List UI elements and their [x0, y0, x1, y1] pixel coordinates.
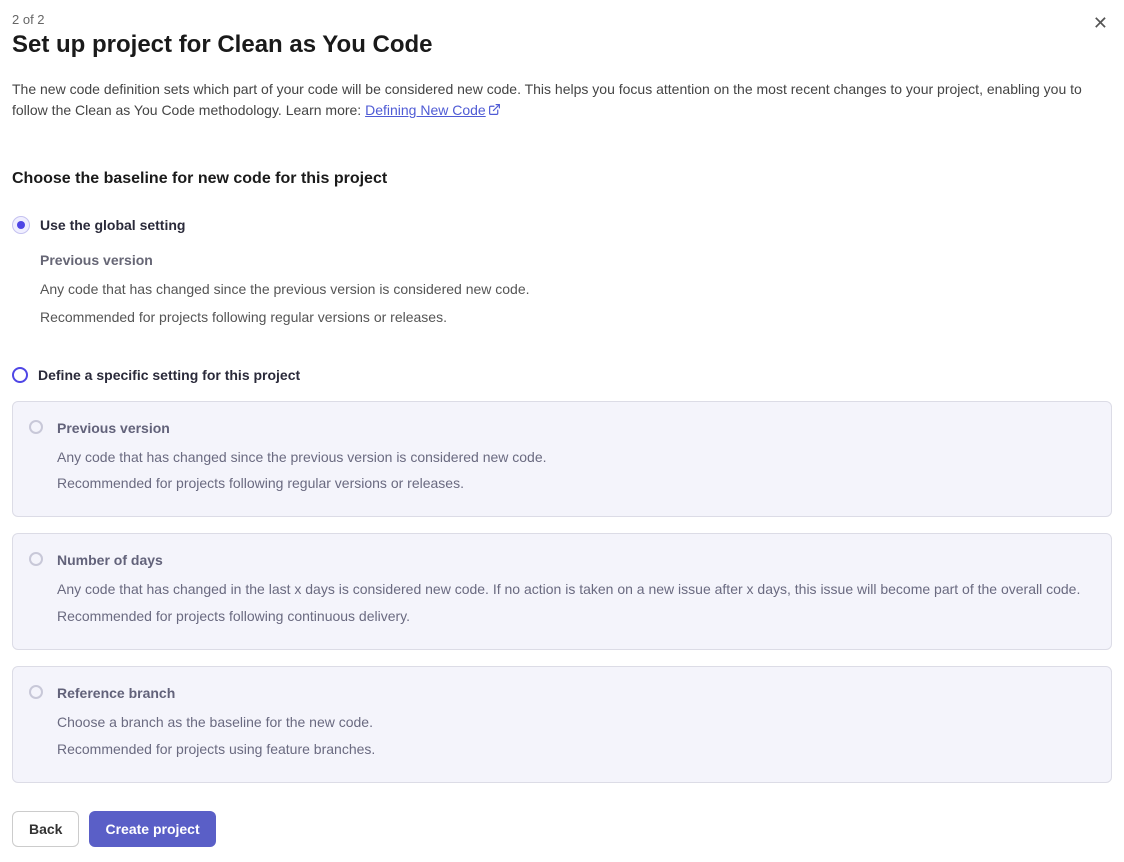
- intro-body: The new code definition sets which part …: [12, 81, 1082, 118]
- footer-buttons: Back Create project: [12, 811, 1112, 847]
- card-title: Number of days: [57, 552, 1095, 568]
- defining-new-code-link[interactable]: Defining New Code: [365, 102, 501, 118]
- option-global-details: Previous version Any code that has chang…: [40, 252, 1112, 329]
- option-global-subtitle: Previous version: [40, 252, 1112, 268]
- card-desc: Recommended for projects following regul…: [57, 472, 1095, 494]
- create-project-button[interactable]: Create project: [89, 811, 215, 847]
- card-number-of-days[interactable]: Number of days Any code that has changed…: [12, 533, 1112, 650]
- radio-card-branch[interactable]: [29, 685, 43, 699]
- intro-text: The new code definition sets which part …: [12, 79, 1112, 122]
- card-desc: Choose a branch as the baseline for the …: [57, 711, 1095, 733]
- card-desc: Any code that has changed in the last x …: [57, 578, 1095, 600]
- radio-specific-unselected[interactable]: [12, 367, 28, 383]
- radio-card-previous[interactable]: [29, 420, 43, 434]
- radio-card-days[interactable]: [29, 552, 43, 566]
- external-link-icon: [488, 101, 501, 122]
- close-icon[interactable]: ✕: [1089, 12, 1112, 34]
- option-global-desc2: Recommended for projects following regul…: [40, 306, 1112, 328]
- section-title: Choose the baseline for new code for thi…: [12, 170, 1112, 188]
- option-specific-setting[interactable]: Define a specific setting for this proje…: [12, 367, 1112, 383]
- card-desc: Recommended for projects following conti…: [57, 605, 1095, 627]
- option-global-desc1: Any code that has changed since the prev…: [40, 278, 1112, 300]
- card-title: Previous version: [57, 420, 1095, 436]
- step-indicator: 2 of 2: [12, 12, 433, 27]
- page-title: Set up project for Clean as You Code: [12, 31, 433, 59]
- card-previous-version[interactable]: Previous version Any code that has chang…: [12, 401, 1112, 518]
- card-title: Reference branch: [57, 685, 1095, 701]
- card-desc: Any code that has changed since the prev…: [57, 446, 1095, 468]
- card-desc: Recommended for projects using feature b…: [57, 738, 1095, 760]
- option-specific-label: Define a specific setting for this proje…: [38, 367, 300, 383]
- option-global-setting[interactable]: Use the global setting: [12, 216, 1112, 234]
- radio-global-selected[interactable]: [12, 216, 30, 234]
- card-reference-branch[interactable]: Reference branch Choose a branch as the …: [12, 666, 1112, 783]
- back-button[interactable]: Back: [12, 811, 79, 847]
- option-global-label: Use the global setting: [40, 217, 185, 233]
- specific-options-cards: Previous version Any code that has chang…: [12, 401, 1112, 783]
